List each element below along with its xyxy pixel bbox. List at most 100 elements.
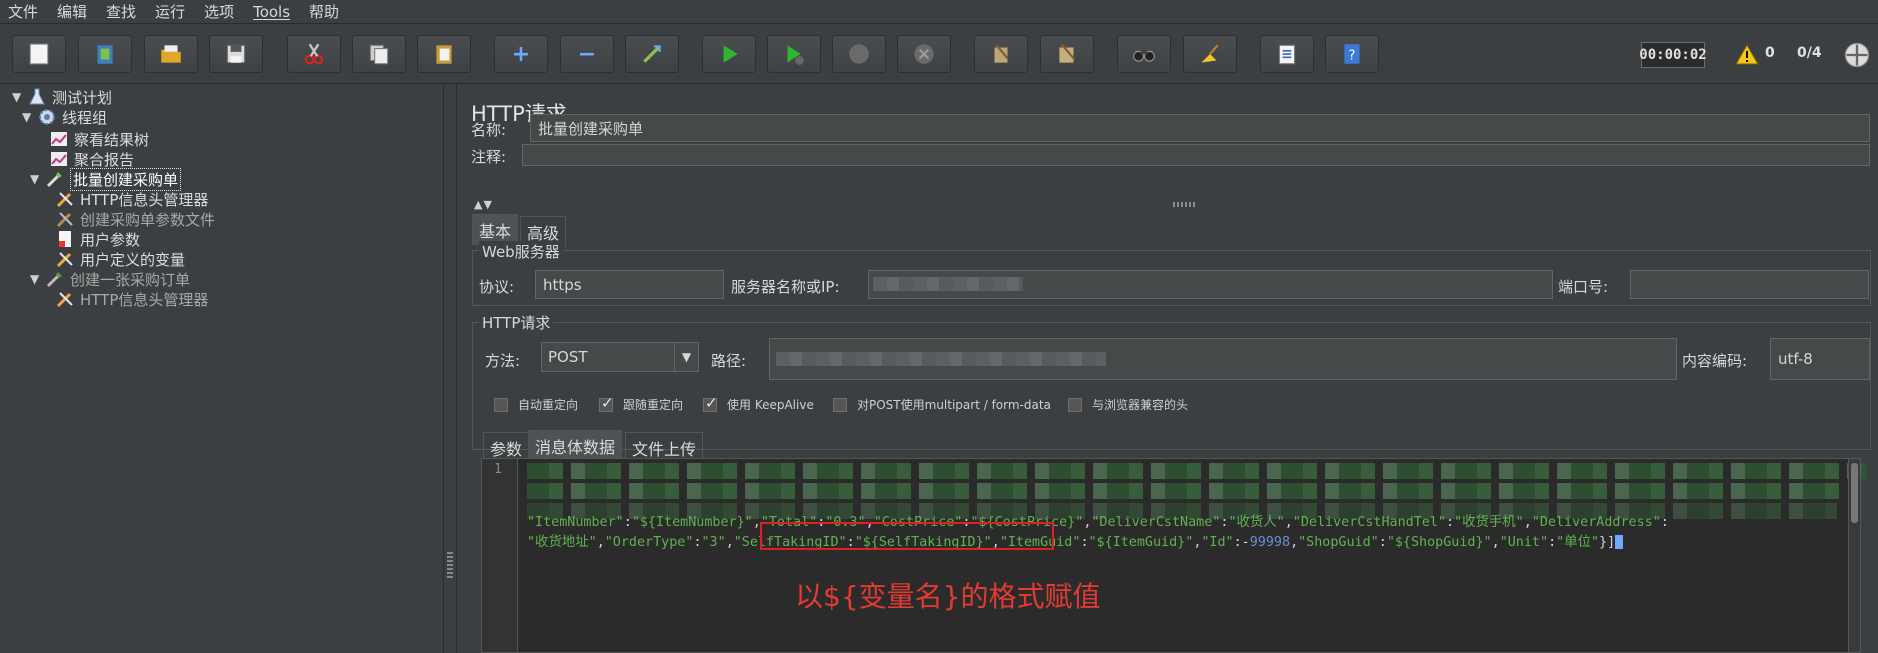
checkbox-box[interactable] xyxy=(833,397,847,412)
document-icon xyxy=(54,229,76,249)
menu-edit[interactable]: 编辑 xyxy=(57,1,87,23)
auto-redirect-checkbox[interactable]: 自动重定向 xyxy=(494,396,578,413)
browser-headers-checkbox[interactable]: 与浏览器兼容的头 xyxy=(1068,396,1188,413)
code-token: }] xyxy=(1599,535,1616,550)
follow-redirects-checkbox[interactable]: 跟随重定向 xyxy=(599,394,683,413)
path-field[interactable] xyxy=(769,338,1677,380)
code-token: "ShopGuid" xyxy=(1298,535,1379,550)
resize-grip[interactable] xyxy=(1173,202,1195,207)
templates-button[interactable] xyxy=(78,35,132,73)
toggle-wand-icon xyxy=(643,45,661,63)
tree-node-thread-group[interactable]: ▼ 线程组 xyxy=(22,106,107,128)
path-label: 路径: xyxy=(711,352,747,370)
checkbox-box[interactable] xyxy=(599,394,614,412)
clear-button[interactable] xyxy=(974,35,1028,73)
start-no-pauses-button[interactable] xyxy=(767,35,821,73)
save-button[interactable] xyxy=(209,35,263,73)
method-value: POST xyxy=(548,348,588,366)
code-token: :- xyxy=(1233,535,1250,550)
tree-node-http-header-manager-2[interactable]: HTTP信息头管理器 xyxy=(54,288,208,310)
toggle-button[interactable] xyxy=(625,35,679,73)
code-token: : xyxy=(1660,515,1669,530)
server-label: 服务器名称或IP: xyxy=(731,278,840,296)
tree-node-user-defined-variables[interactable]: 用户定义的变量 xyxy=(54,248,185,270)
help-button[interactable]: ? xyxy=(1325,35,1379,73)
comment-field[interactable] xyxy=(522,144,1870,166)
expand-toggle-icon[interactable]: ▼ xyxy=(12,90,26,104)
tree-node-user-parameters[interactable]: 用户参数 xyxy=(54,228,140,250)
expand-toggle-icon[interactable]: ▼ xyxy=(22,110,36,124)
code-token: "Id" xyxy=(1201,535,1234,550)
keepalive-checkbox[interactable]: 使用 KeepAlive xyxy=(703,394,814,413)
stop-button[interactable] xyxy=(832,35,886,73)
chevron-down-icon[interactable]: ▼ xyxy=(674,343,698,371)
protocol-field[interactable]: https xyxy=(535,270,724,299)
paste-button[interactable] xyxy=(417,35,471,73)
scrollbar-thumb[interactable] xyxy=(1851,463,1858,523)
broom-icon xyxy=(994,44,1009,63)
text-caret xyxy=(1615,535,1624,549)
chart-icon xyxy=(48,129,70,149)
collapse-arrows-icon[interactable]: ▲▼ xyxy=(474,198,493,211)
checkbox-box[interactable] xyxy=(1068,397,1082,412)
server-field[interactable] xyxy=(868,270,1553,299)
open-button[interactable] xyxy=(144,35,198,73)
warning-count: 0 xyxy=(1765,45,1775,61)
menu-options[interactable]: 选项 xyxy=(204,1,234,23)
menu-search[interactable]: 查找 xyxy=(106,1,136,23)
tab-body-data[interactable]: 消息体数据 xyxy=(528,430,623,461)
clear-all-button[interactable] xyxy=(1040,35,1094,73)
panel-splitter[interactable] xyxy=(443,84,457,653)
gear-icon xyxy=(36,107,58,127)
checkbox-box[interactable] xyxy=(494,397,508,412)
warning-icon[interactable] xyxy=(1735,43,1759,67)
wrench-icon xyxy=(54,289,76,309)
tree-label: 创建采购单参数文件 xyxy=(80,210,216,229)
code-token: , xyxy=(1491,535,1500,550)
tree-node-csv-param-file[interactable]: 创建采购单参数文件 xyxy=(54,208,215,230)
method-select[interactable]: POST ▼ xyxy=(541,342,699,372)
content-encoding-field[interactable]: utf-8 xyxy=(1770,338,1870,380)
redacted-code-line xyxy=(527,483,1847,499)
expand-toggle-icon[interactable]: ▼ xyxy=(30,272,44,286)
code-token: "3" xyxy=(701,535,726,550)
tree-node-view-results-tree[interactable]: 察看结果树 xyxy=(48,128,149,150)
checkbox-label: 自动重定向 xyxy=(518,398,579,412)
tree-node-batch-create[interactable]: ▼ 批量创建采购单 xyxy=(30,167,182,191)
code-token: "收货手机" xyxy=(1454,515,1524,530)
multipart-checkbox[interactable]: 对POST使用multipart / form-data xyxy=(833,396,1051,413)
menu-help[interactable]: 帮助 xyxy=(309,1,339,23)
open-folder-icon xyxy=(161,45,181,63)
expand-button[interactable]: + xyxy=(494,35,548,73)
body-data-editor[interactable]: 1 "ItemNumber":"${ItemNumber}","Total":"… xyxy=(481,458,1867,653)
start-button[interactable] xyxy=(702,35,756,73)
menu-tools[interactable]: Tools xyxy=(253,1,290,23)
port-field[interactable] xyxy=(1630,270,1869,299)
menu-file[interactable]: 文件 xyxy=(8,1,38,23)
name-field[interactable]: 批量创建采购单 xyxy=(530,114,1870,142)
new-button[interactable] xyxy=(12,35,66,73)
tree-node-test-plan[interactable]: ▼ 测试计划 xyxy=(12,86,112,108)
menu-run[interactable]: 运行 xyxy=(155,1,185,23)
tree-node-create-order[interactable]: ▼ 创建一张采购订单 xyxy=(30,268,190,290)
templates-icon xyxy=(97,45,113,64)
reset-broom-icon xyxy=(1201,44,1219,63)
code-token: "ItemNumber" xyxy=(527,515,624,530)
shutdown-button[interactable] xyxy=(897,35,951,73)
splitter-grip[interactable] xyxy=(447,552,453,580)
cut-button[interactable] xyxy=(287,35,341,73)
play-no-pause-icon xyxy=(787,45,804,65)
paste-icon xyxy=(436,45,452,64)
reset-search-button[interactable] xyxy=(1183,35,1237,73)
scissors-icon xyxy=(304,43,324,65)
tree-node-http-header-manager-1[interactable]: HTTP信息头管理器 xyxy=(54,188,208,210)
remote-globe-icon[interactable] xyxy=(1843,41,1871,69)
checkbox-box[interactable] xyxy=(703,394,718,412)
search-button[interactable] xyxy=(1117,35,1171,73)
collapse-button[interactable]: − xyxy=(560,35,614,73)
code-token: , xyxy=(1284,515,1293,530)
copy-button[interactable] xyxy=(352,35,406,73)
vertical-scrollbar[interactable] xyxy=(1848,459,1860,652)
expand-toggle-icon[interactable]: ▼ xyxy=(30,172,44,186)
function-helper-button[interactable] xyxy=(1260,35,1314,73)
